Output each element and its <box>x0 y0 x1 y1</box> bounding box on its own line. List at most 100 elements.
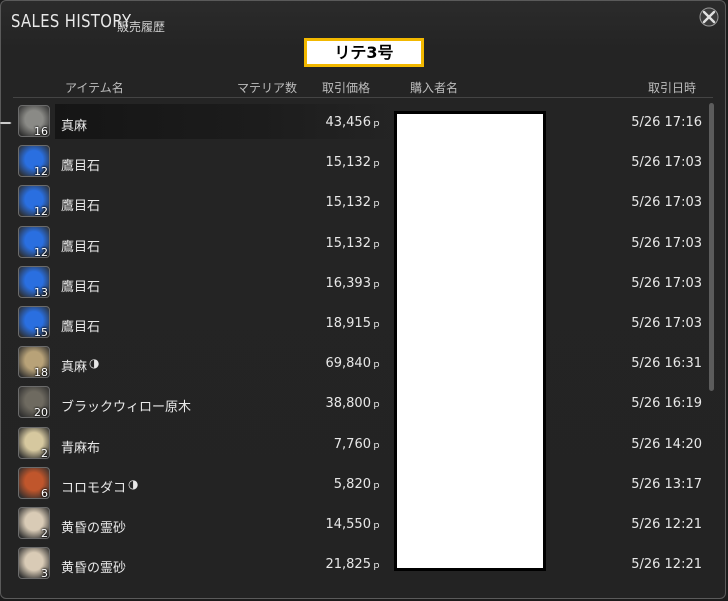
blue-crystal-icon[interactable]: 15 <box>18 306 50 338</box>
item-price: 43,456ｐ <box>325 115 381 130</box>
item-quantity: 3 <box>41 567 48 580</box>
table-row[interactable]: 18 真麻 ◑ 69,840ｐ 5/26 16:31 <box>1 343 713 383</box>
octopus-icon[interactable]: 6 <box>18 466 50 499</box>
sand-icon[interactable]: 3 <box>18 547 50 580</box>
gil-icon: ｐ <box>371 440 381 451</box>
sale-date: 5/26 17:03 <box>631 155 702 171</box>
table-row[interactable]: 20 ブラックウィロー原木 38,800ｐ 5/26 16:19 <box>1 383 713 423</box>
price-value: 5,820 <box>333 476 371 492</box>
item-name: 黄昏の霊砂 <box>61 557 126 576</box>
sale-date: 5/26 12:21 <box>631 557 702 573</box>
item-name-text: ブラックウィロー原木 <box>61 400 192 416</box>
blue-crystal-icon[interactable]: 13 <box>18 265 50 298</box>
sale-date: 5/26 16:31 <box>631 356 702 372</box>
item-price: 69,840ｐ <box>325 356 381 371</box>
item-price: 15,132ｐ <box>325 236 381 251</box>
item-name-text: 青麻布 <box>61 440 101 456</box>
item-name: 鷹目石 <box>61 276 100 295</box>
flax-icon[interactable]: 16 <box>18 105 50 137</box>
price-value: 15,132 <box>325 195 371 211</box>
item-name: 鷹目石 <box>61 155 100 174</box>
price-value: 21,825 <box>325 557 371 573</box>
table-row[interactable]: 12 鷹目石 15,132ｐ 5/26 17:03 <box>1 223 713 263</box>
window-title: SALES HISTORY <box>11 11 132 32</box>
price-value: 38,800 <box>325 396 371 412</box>
table-row[interactable]: 6 コロモダコ ◑ 5,820ｐ 5/26 13:17 <box>1 464 713 504</box>
flax-icon[interactable]: 18 <box>18 346 50 379</box>
pointer-cursor-icon <box>0 121 12 125</box>
header-date[interactable]: 取引日時 <box>648 79 696 96</box>
table-row[interactable]: 15 鷹目石 18,915ｐ 5/26 17:03 <box>1 303 713 343</box>
item-name-text: 真麻 <box>61 360 88 376</box>
log-icon[interactable]: 20 <box>18 386 50 419</box>
item-name-text: 鷹目石 <box>61 199 101 215</box>
sand-icon[interactable]: 2 <box>18 507 50 539</box>
blue-crystal-icon[interactable]: 12 <box>18 225 50 258</box>
item-name: コロモダコ ◑ <box>61 477 139 496</box>
scrollbar[interactable] <box>709 103 714 391</box>
header-buyer[interactable]: 購入者名 <box>410 79 458 96</box>
table-row[interactable]: 2 黄昏の霊砂 14,550ｐ 5/26 12:21 <box>1 504 713 544</box>
gil-icon: ｐ <box>371 360 381 371</box>
price-value: 18,915 <box>325 316 371 331</box>
item-quantity: 2 <box>41 446 48 459</box>
gil-icon: ｐ <box>371 119 381 129</box>
item-name: 鷹目石 <box>61 195 100 214</box>
item-name-text: 真麻 <box>61 119 88 134</box>
cloth-icon[interactable]: 2 <box>18 426 50 459</box>
item-name: 鷹目石 <box>61 236 100 255</box>
item-price: 7,760ｐ <box>334 437 381 452</box>
sale-date: 5/26 17:03 <box>631 275 702 291</box>
item-name-text: コロモダコ <box>61 480 127 496</box>
price-value: 69,840 <box>325 356 371 372</box>
table-row[interactable]: 12 鷹目石 15,132ｐ 5/26 17:03 <box>1 142 713 182</box>
item-quantity: 13 <box>34 285 48 298</box>
gil-icon: ｐ <box>371 320 381 330</box>
item-name: 鷹目石 <box>61 316 100 335</box>
table-row[interactable]: 2 青麻布 7,760ｐ 5/26 14:20 <box>1 424 713 464</box>
item-name-text: 鷹目石 <box>61 159 101 175</box>
blue-crystal-icon[interactable]: 12 <box>18 145 50 178</box>
header-price[interactable]: 取引価格 <box>322 79 370 96</box>
table-row[interactable]: 12 鷹目石 15,132ｐ 5/26 17:03 <box>1 182 713 222</box>
item-name-text: 黄昏の霊砂 <box>61 521 127 536</box>
price-value: 43,456 <box>325 115 371 130</box>
item-price: 38,800ｐ <box>325 396 381 411</box>
column-headers: アイテム名 マテリア数 取引価格 購入者名 取引日時 <box>1 79 725 95</box>
item-name: ブラックウィロー原木 <box>61 396 191 415</box>
item-name-text: 黄昏の霊砂 <box>61 561 127 577</box>
sale-date: 5/26 17:16 <box>631 115 702 130</box>
blue-crystal-icon[interactable]: 12 <box>18 185 50 218</box>
gil-icon: ｐ <box>371 239 381 250</box>
item-name-text: 鷹目石 <box>61 320 101 335</box>
retainer-banner: リテ3号 <box>304 38 424 67</box>
gil-icon: ｐ <box>371 400 381 411</box>
table-row[interactable]: 16 真麻 43,456ｐ 5/26 17:16 <box>1 102 713 142</box>
price-value: 16,393 <box>325 275 371 291</box>
close-icon[interactable] <box>699 7 719 27</box>
item-name: 真麻 ◑ <box>61 356 100 375</box>
item-quantity: 12 <box>34 205 48 218</box>
gil-icon: ｐ <box>371 521 381 531</box>
item-name: 黄昏の霊砂 <box>61 517 126 536</box>
item-price: 15,132ｐ <box>325 195 381 210</box>
price-value: 7,760 <box>333 436 371 452</box>
item-price: 5,820ｐ <box>334 477 381 492</box>
item-price: 18,915ｐ <box>325 316 381 331</box>
table-row[interactable]: 13 鷹目石 16,393ｐ 5/26 17:03 <box>1 263 713 303</box>
price-value: 15,132 <box>325 155 371 171</box>
item-quantity: 12 <box>34 245 48 258</box>
item-price: 14,550ｐ <box>325 517 381 532</box>
sale-date: 5/26 17:03 <box>631 235 702 251</box>
item-name-text: 鷹目石 <box>61 239 101 255</box>
header-materia[interactable]: マテリア数 <box>237 79 297 96</box>
gil-icon: ｐ <box>371 159 381 170</box>
header-item-name[interactable]: アイテム名 <box>65 79 124 96</box>
item-price: 21,825ｐ <box>325 557 381 572</box>
title-bar[interactable]: SALES HISTORY 販売履歴 <box>1 1 725 41</box>
item-price: 15,132ｐ <box>325 155 381 170</box>
sale-date: 5/26 12:21 <box>631 517 702 532</box>
gil-icon: ｐ <box>371 480 381 491</box>
table-row[interactable]: 3 黄昏の霊砂 21,825ｐ 5/26 12:21 <box>1 544 713 584</box>
header-divider <box>13 97 713 98</box>
